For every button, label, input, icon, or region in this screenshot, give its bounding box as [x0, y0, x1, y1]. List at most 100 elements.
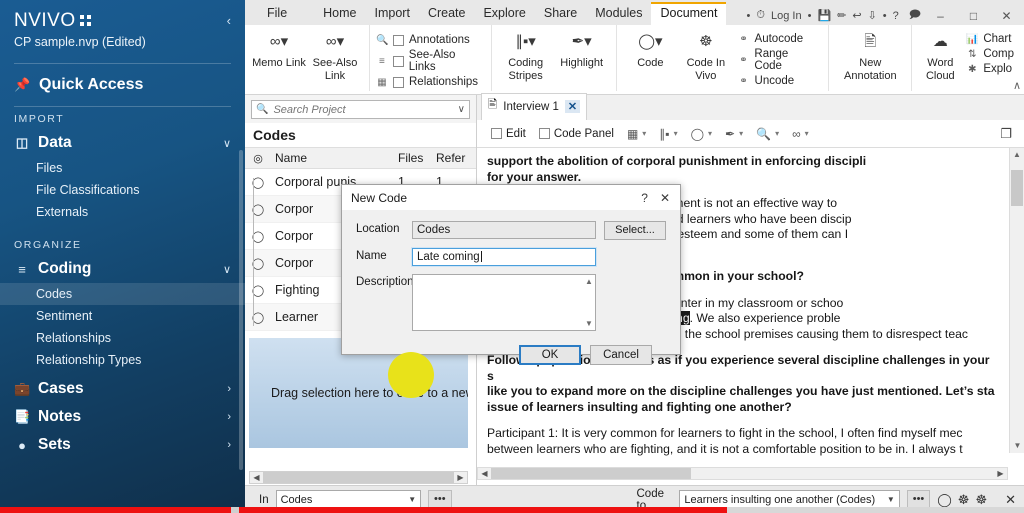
scroll-up-arrow-icon[interactable]: ▲	[585, 277, 593, 286]
undo-icon[interactable]: ↩	[852, 9, 861, 22]
chevron-down-icon[interactable]: ∨	[458, 104, 465, 115]
name-field-wrapper[interactable]: Late coming	[411, 247, 597, 267]
column-header-references[interactable]: Refer	[436, 151, 476, 165]
code-panel-checkbox[interactable]	[538, 128, 550, 139]
document-vertical-scrollbar[interactable]: ▲ ▼	[1009, 148, 1024, 453]
chevron-down-icon[interactable]: ▼	[400, 495, 416, 504]
document-horizontal-scrollbar[interactable]: ◀ ▶	[477, 467, 1008, 480]
pencil-icon[interactable]: ✏	[837, 9, 846, 22]
description-field[interactable]: ▲ ▼	[412, 274, 596, 331]
compare-button[interactable]: ⇅ Comp	[966, 48, 1014, 60]
code-in-vivo-icon[interactable]: ☸	[975, 492, 987, 508]
see-also-links-check-row[interactable]: ≡ See-Also Links	[376, 49, 485, 73]
help-icon[interactable]: ?	[893, 10, 899, 22]
sidebar-group-sets[interactable]: ● Sets ›	[0, 431, 245, 459]
sidebar-group-data[interactable]: ◫ Data ∨	[0, 129, 245, 157]
chevron-right-icon[interactable]: ›	[227, 383, 231, 395]
edit-checkbox[interactable]	[491, 128, 502, 139]
scroll-left-arrow-icon[interactable]: ◀	[250, 473, 263, 482]
annotations-check-row[interactable]: 🔍 Annotations	[376, 34, 485, 46]
memo-link-button[interactable]: ∞▾ Memo Link	[251, 29, 307, 70]
sidebar-item-quick-access[interactable]: 📌 Quick Access	[0, 64, 245, 106]
select-button[interactable]: Select...	[604, 221, 666, 240]
edit-toggle[interactable]: Edit	[491, 128, 526, 140]
chevron-down-icon[interactable]: ▾	[708, 129, 712, 138]
select-all-icon[interactable]: ◎	[245, 152, 271, 165]
search-box[interactable]: 🔍 ∨	[251, 100, 470, 119]
chevron-right-icon[interactable]: ›	[227, 411, 231, 423]
scroll-down-arrow-icon[interactable]: ▼	[585, 319, 593, 328]
close-button[interactable]: ✕	[993, 9, 1020, 23]
code-panel-toggle[interactable]: Code Panel	[538, 128, 614, 140]
tab-explore[interactable]: Explore	[474, 3, 534, 25]
tab-home[interactable]: Home	[314, 3, 365, 25]
sidebar-group-notes[interactable]: 📑 Notes ›	[0, 403, 245, 431]
code-button[interactable]: ◯▾ Code	[623, 29, 678, 70]
scroll-thumb[interactable]	[1011, 170, 1023, 206]
new-annotation-button[interactable]: 🖹 New Annotation	[835, 29, 905, 83]
annotation-dropdown[interactable]: ▦ ▾	[627, 127, 646, 141]
codes-pane-horizontal-scrollbar[interactable]: ◀ ▶	[249, 471, 468, 484]
maximize-button[interactable]: □	[960, 9, 987, 23]
close-icon[interactable]: ✕	[1005, 492, 1016, 508]
save-icon[interactable]: 💾	[817, 9, 831, 22]
column-header-name[interactable]: Name	[271, 151, 398, 165]
sidebar-item-relationship-types[interactable]: Relationship Types	[0, 349, 245, 371]
close-icon[interactable]: ✕	[564, 100, 581, 113]
relationships-checkbox[interactable]	[393, 76, 404, 88]
highlight-button[interactable]: ✒▾ Highlight	[554, 29, 610, 70]
sidebar-item-relationships[interactable]: Relationships	[0, 327, 245, 349]
row-select-icon[interactable]: ◯	[245, 176, 271, 189]
row-select-icon[interactable]: ◯	[245, 284, 271, 297]
chart-button[interactable]: 📊 Chart	[966, 33, 1014, 45]
link-dropdown[interactable]: ∞ ▾	[792, 127, 809, 141]
chevron-down-icon[interactable]: ▼	[879, 495, 895, 504]
scroll-left-arrow-icon[interactable]: ◀	[478, 469, 491, 478]
sidebar-item-file-classifications[interactable]: File Classifications	[0, 179, 245, 201]
column-header-files[interactable]: Files	[398, 151, 436, 165]
word-cloud-button[interactable]: ☁ Word Cloud	[918, 29, 962, 83]
tab-file[interactable]: File	[258, 3, 296, 25]
see-also-links-checkbox[interactable]	[392, 55, 404, 67]
chevron-down-icon[interactable]: ∨	[223, 263, 231, 276]
tab-import[interactable]: Import	[366, 3, 419, 25]
zoom-dropdown[interactable]: 🔍 ▾	[756, 127, 779, 141]
row-select-icon[interactable]: ◯	[245, 230, 271, 243]
login-button[interactable]: Log In	[771, 10, 802, 22]
tab-create[interactable]: Create	[419, 3, 475, 25]
scroll-down-arrow-icon[interactable]: ▼	[1010, 439, 1024, 453]
chevron-down-icon[interactable]: ∨	[223, 137, 231, 150]
chevron-down-icon[interactable]: ▾	[775, 129, 779, 138]
highlight-dropdown[interactable]: ✒ ▾	[725, 127, 743, 141]
scroll-up-arrow-icon[interactable]: ▲	[1010, 148, 1024, 162]
row-select-icon[interactable]: ◯	[245, 257, 271, 270]
help-icon[interactable]: ?	[641, 191, 648, 205]
description-scrollbar[interactable]: ▲ ▼	[583, 275, 595, 330]
coding-stripes-button[interactable]: ∥▪▾ Coding Stripes	[498, 29, 554, 83]
scroll-thumb[interactable]	[491, 468, 691, 479]
row-select-icon[interactable]: ◯	[245, 311, 271, 324]
sidebar-collapse-button[interactable]: ‹	[227, 10, 231, 28]
scroll-thumb[interactable]	[263, 472, 454, 483]
code-in-vivo-button[interactable]: ☸ Code In Vivo	[678, 29, 733, 83]
tab-modules[interactable]: Modules	[586, 3, 651, 25]
close-icon[interactable]: ✕	[660, 191, 670, 205]
row-select-icon[interactable]: ◯	[245, 203, 271, 216]
uncode-button[interactable]: ⚭ Uncode	[738, 75, 819, 87]
restore-window-icon[interactable]: ❐	[1000, 126, 1024, 142]
see-also-link-button[interactable]: ∞▾ See-Also Link	[307, 29, 363, 83]
autocode-button[interactable]: ⚭ Autocode	[738, 33, 819, 45]
sidebar-item-files[interactable]: Files	[0, 157, 245, 179]
search-input[interactable]	[273, 103, 458, 116]
chevron-down-icon[interactable]: ▾	[674, 129, 678, 138]
circle-icon[interactable]: ◯	[937, 492, 952, 508]
clock-icon[interactable]: ⏱	[756, 9, 765, 22]
sidebar-item-codes[interactable]: Codes	[0, 283, 245, 305]
sidebar-group-coding[interactable]: ≡ Coding ∨	[0, 255, 245, 283]
chevron-down-icon[interactable]: ▾	[739, 129, 743, 138]
sidebar-item-sentiment[interactable]: Sentiment	[0, 305, 245, 327]
scroll-right-arrow-icon[interactable]: ▶	[994, 469, 1007, 478]
chevron-down-icon[interactable]: ▾	[642, 129, 646, 138]
redo-icon[interactable]: ⇩	[868, 9, 877, 22]
sidebar-scrollbar[interactable]	[239, 150, 243, 470]
